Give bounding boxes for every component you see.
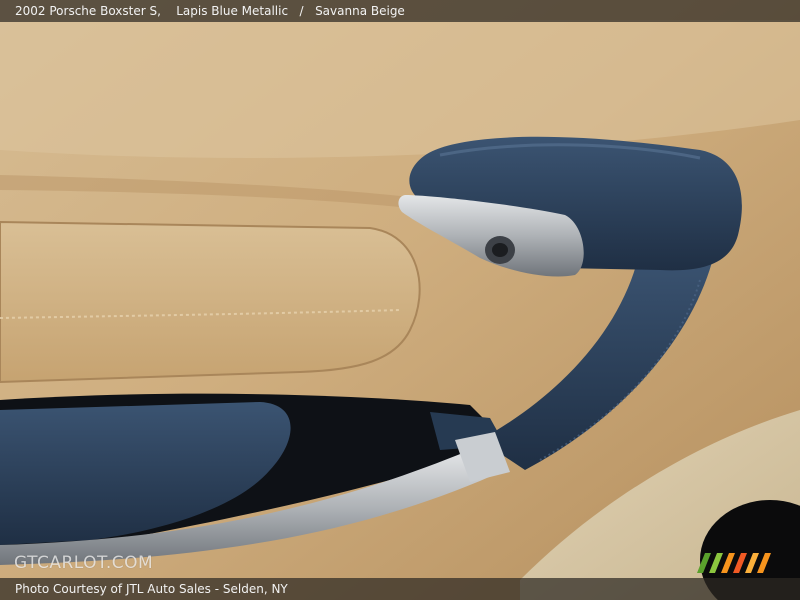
vehicle-title: 2002 Porsche Boxster S, [15,4,161,18]
photo-credit-bar: Photo Courtesy of JTL Auto Sales - Selde… [0,578,800,600]
site-watermark: GTCARLOT.COM [14,553,154,573]
colored-stripes-logo-icon [697,553,771,573]
photo-credit: Photo Courtesy of JTL Auto Sales - Selde… [15,582,288,596]
color-separator: / [299,4,304,18]
photo-caption-bar: 2002 Porsche Boxster S, Lapis Blue Metal… [0,0,800,22]
interior-color: Savanna Beige [315,4,405,18]
exterior-color: Lapis Blue Metallic [176,4,289,18]
door-panel-photo [0,0,800,600]
photo [0,0,800,600]
